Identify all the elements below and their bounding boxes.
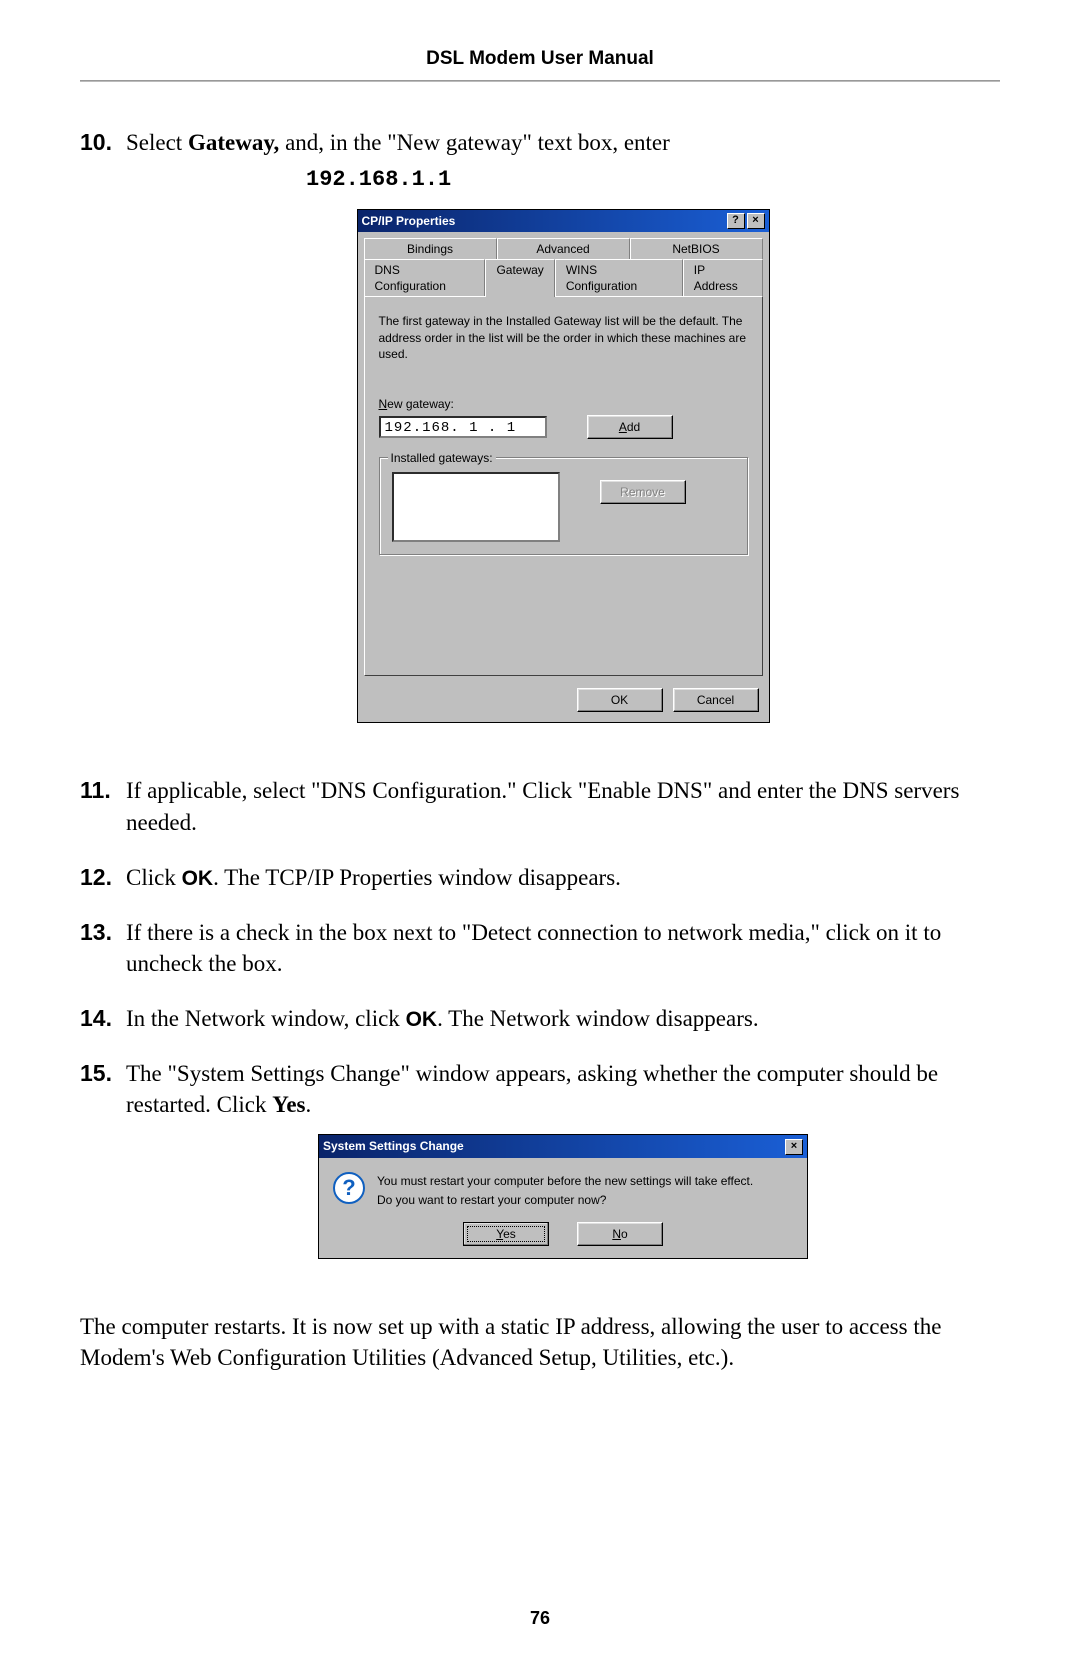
gateway-tab-panel: The first gateway in the Installed Gatew… <box>364 296 763 676</box>
text-bold: Yes <box>272 1092 305 1117</box>
step-body: Click OK. The TCP/IP Properties window d… <box>126 862 1000 893</box>
text: Click <box>126 865 182 890</box>
step-number: 12. <box>80 862 126 893</box>
tab-advanced[interactable]: Advanced <box>497 238 630 259</box>
step-number: 11. <box>80 775 126 837</box>
restart-message-1: You must restart your computer before th… <box>377 1172 753 1191</box>
no-button[interactable]: No <box>577 1222 663 1246</box>
restart-message-2: Do you want to restart your computer now… <box>377 1191 753 1210</box>
text: . <box>306 1092 312 1117</box>
text-bold: OK <box>182 867 214 890</box>
help-text: The first gateway in the Installed Gatew… <box>379 313 748 362</box>
text: . The <box>213 865 265 890</box>
new-gateway-label: New gateway: <box>379 396 748 412</box>
new-gateway-input[interactable]: 192.168. 1 . 1 <box>379 416 547 438</box>
step-body: If applicable, select "DNS Configuration… <box>126 775 1000 837</box>
step-body: The "System Settings Change" window appe… <box>126 1058 1000 1287</box>
step-number: 14. <box>80 1003 126 1034</box>
tab-ip-address[interactable]: IP Address <box>683 259 763 296</box>
tcpip-properties-dialog: CP/IP Properties ? × Bindings Advanced N… <box>357 209 770 724</box>
text: Properties window disappears. <box>333 865 620 890</box>
text-smallcaps: TCP/IP <box>265 865 333 890</box>
page-header-title: DSL Modem User Manual <box>80 48 1000 70</box>
step-body: Select Gateway, and, in the "New gateway… <box>126 127 1000 751</box>
tab-dns-configuration[interactable]: DNS Configuration <box>364 259 486 296</box>
dialog-titlebar: CP/IP Properties ? × <box>358 210 769 232</box>
step-body: If there is a check in the box next to "… <box>126 917 1000 979</box>
tab-bindings[interactable]: Bindings <box>364 238 497 259</box>
header-rule <box>80 80 1000 82</box>
add-button[interactable]: Add <box>587 415 673 439</box>
text-bold: OK <box>406 1008 438 1031</box>
page-number: 76 <box>0 1608 1080 1629</box>
text-bold: Gateway, <box>188 130 279 155</box>
dialog-title: System Settings Change <box>323 1138 464 1154</box>
ip-literal: 192.168.1.1 <box>306 167 451 192</box>
tab-gateway[interactable]: Gateway <box>485 259 554 297</box>
ok-button[interactable]: OK <box>577 688 663 712</box>
closing-paragraph: The computer restarts. It is now set up … <box>80 1311 1000 1373</box>
installed-gateways-list[interactable] <box>392 472 560 542</box>
step-number: 10. <box>80 127 126 751</box>
installed-gateways-label: Installed gateways: <box>388 450 496 466</box>
tab-wins-configuration[interactable]: WINS Configuration <box>555 259 683 296</box>
cancel-button[interactable]: Cancel <box>673 688 759 712</box>
dialog-title: CP/IP Properties <box>362 213 456 229</box>
help-icon[interactable]: ? <box>727 213 745 229</box>
step-number: 15. <box>80 1058 126 1287</box>
text: The "System Settings Change" window appe… <box>126 1061 938 1117</box>
yes-button[interactable]: Yes <box>463 1222 549 1246</box>
remove-button: Remove <box>600 480 686 504</box>
question-icon: ? <box>333 1172 365 1204</box>
step-number: 13. <box>80 917 126 979</box>
text: In the Network window, click <box>126 1006 406 1031</box>
step-body: In the Network window, click OK. The Net… <box>126 1003 1000 1034</box>
text: and, in the "New gateway" text box, ente… <box>279 130 669 155</box>
installed-gateways-group: Installed gateways: Remove <box>379 457 748 555</box>
text: . The Network window disappears. <box>437 1006 759 1031</box>
system-settings-change-dialog: System Settings Change × ? You must rest… <box>318 1134 808 1259</box>
dialog-titlebar: System Settings Change × <box>319 1135 807 1157</box>
close-icon[interactable]: × <box>747 213 765 229</box>
tab-netbios[interactable]: NetBIOS <box>630 238 763 259</box>
close-icon[interactable]: × <box>785 1139 803 1155</box>
text: Select <box>126 130 188 155</box>
